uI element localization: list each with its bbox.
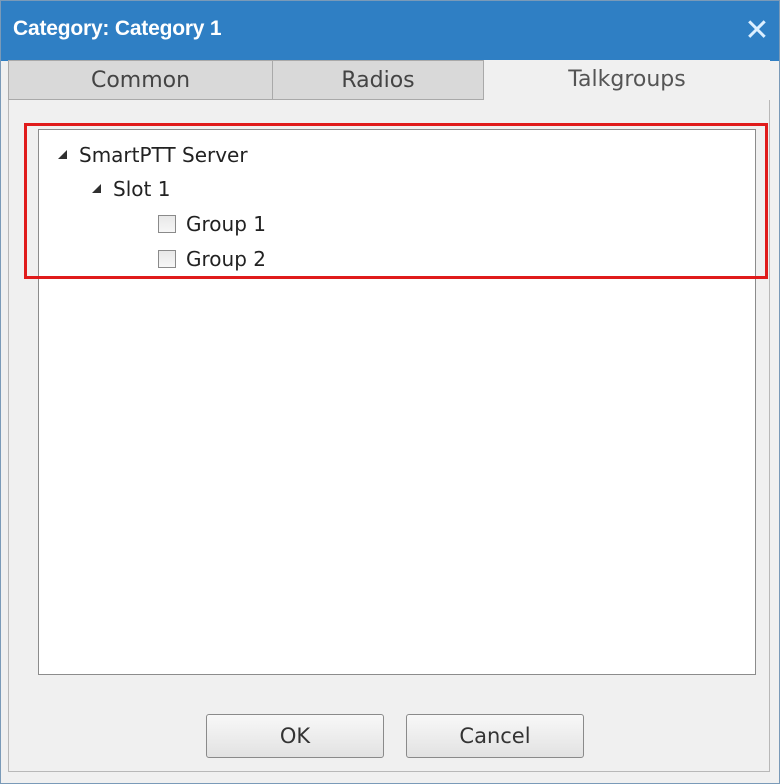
tree-node-group-1[interactable]: Group 1 <box>158 212 266 236</box>
expanded-triangle-icon[interactable] <box>92 184 101 193</box>
tab-strip: Common Radios Talkgroups <box>0 60 778 100</box>
tree-node-group-2[interactable]: Group 2 <box>158 247 266 271</box>
tree-node-server[interactable]: SmartPTT Server <box>58 143 248 167</box>
title-bar: Category: Category 1 ✕ <box>1 1 779 61</box>
dialog-title: Category: Category 1 <box>13 17 222 40</box>
group-1-checkbox[interactable] <box>158 214 176 233</box>
tree-node-label: SmartPTT Server <box>79 143 248 167</box>
tree-node-label: Slot 1 <box>113 177 171 201</box>
close-icon[interactable]: ✕ <box>739 13 775 49</box>
tab-common[interactable]: Common <box>8 60 273 100</box>
ok-button[interactable]: OK <box>206 714 384 758</box>
tree-node-label: Group 1 <box>186 212 266 236</box>
expanded-triangle-icon[interactable] <box>58 150 67 159</box>
tree-node-label: Group 2 <box>186 247 266 271</box>
tree-node-slot[interactable]: Slot 1 <box>92 177 170 201</box>
talkgroups-tree[interactable] <box>38 129 756 675</box>
cancel-button[interactable]: Cancel <box>406 714 584 758</box>
group-2-checkbox[interactable] <box>158 249 176 268</box>
tab-radios[interactable]: Radios <box>272 60 484 100</box>
tab-talkgroups[interactable]: Talkgroups <box>484 60 770 100</box>
